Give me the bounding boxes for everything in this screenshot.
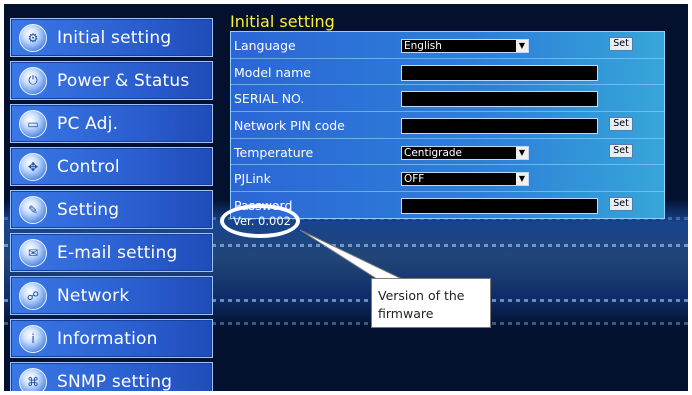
callout-box: Version of the firmware: [371, 278, 491, 328]
callout-pointer: [299, 229, 403, 280]
web-control-screen: ⚙ Initial setting ⏻ Power & Status ▭ PC …: [4, 4, 688, 391]
